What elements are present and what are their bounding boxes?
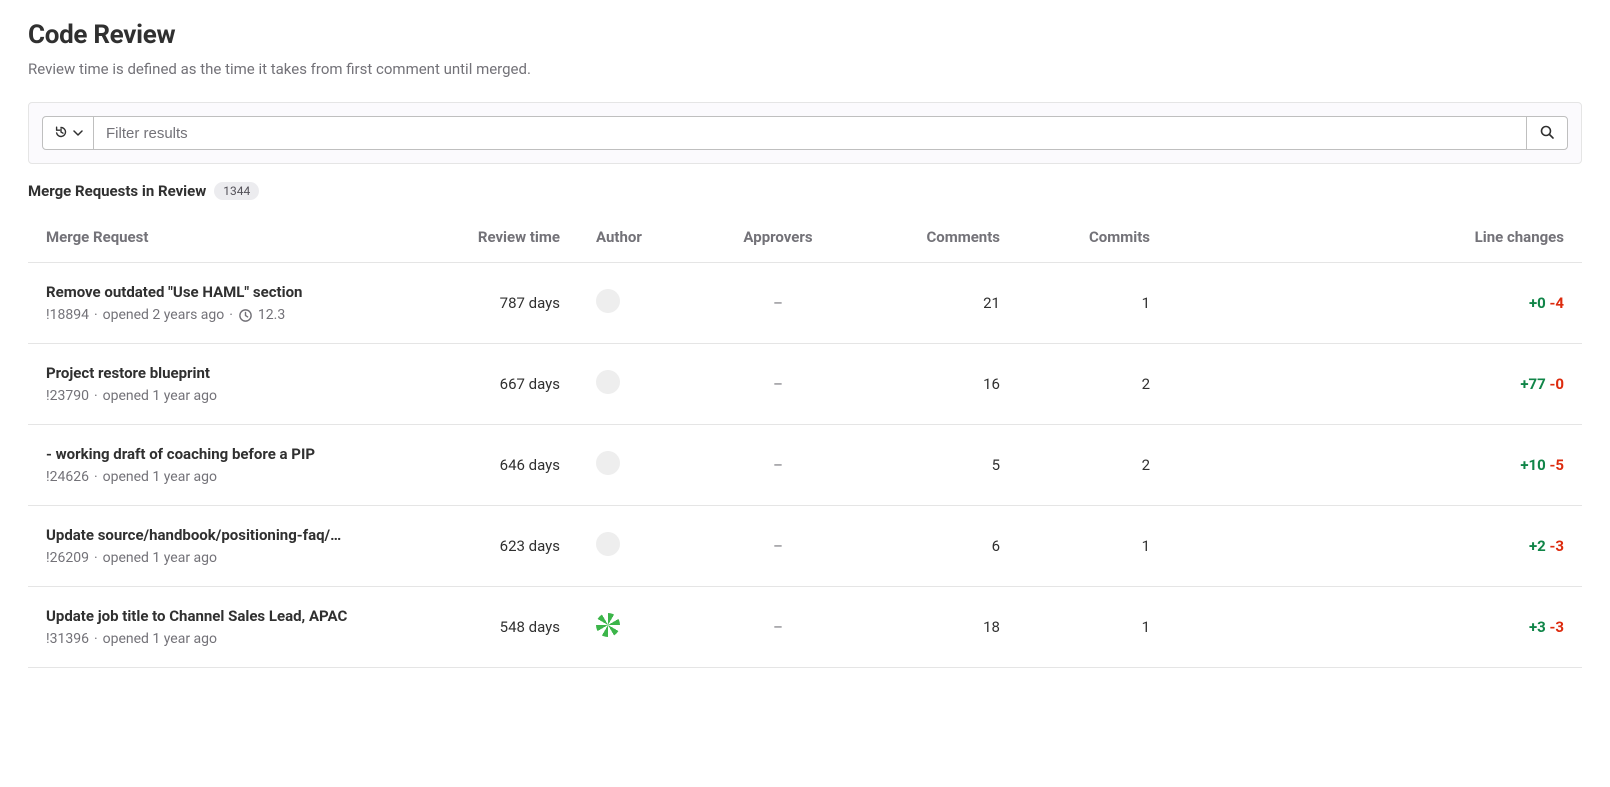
- mr-meta: !31396 · opened 1 year ago: [46, 631, 420, 647]
- lines-added: +2: [1529, 537, 1546, 555]
- author-avatar[interactable]: [596, 532, 620, 556]
- col-header-commits: Commits: [1018, 212, 1168, 263]
- author-cell: [578, 425, 698, 506]
- comments-count: 6: [858, 506, 1018, 587]
- mr-id: !31396: [46, 631, 89, 647]
- author-avatar[interactable]: [596, 451, 620, 475]
- review-time: 667 days: [438, 344, 578, 425]
- lines-deleted: -5: [1549, 456, 1564, 474]
- approvers: –: [773, 294, 783, 312]
- col-header-merge-request: Merge Request: [28, 212, 438, 263]
- separator: ·: [94, 388, 98, 404]
- mr-milestone[interactable]: 12.3: [258, 307, 285, 323]
- table-row: Update source/handbook/positioning-faq/……: [28, 506, 1582, 587]
- col-header-author: Author: [578, 212, 698, 263]
- separator: ·: [94, 631, 98, 647]
- merge-requests-table: Merge Request Review time Author Approve…: [28, 212, 1582, 668]
- separator: ·: [229, 307, 233, 323]
- filter-input[interactable]: [94, 116, 1526, 150]
- lines-deleted: -0: [1549, 375, 1564, 393]
- mr-meta: !23790 · opened 1 year ago: [46, 388, 420, 404]
- mr-opened: opened 1 year ago: [103, 388, 217, 404]
- separator: ·: [94, 550, 98, 566]
- line-changes: +77 -0: [1168, 344, 1582, 425]
- mr-title-link[interactable]: Project restore blueprint: [46, 364, 416, 382]
- commits-count: 2: [1018, 344, 1168, 425]
- col-header-approvers: Approvers: [698, 212, 858, 263]
- mr-opened: opened 1 year ago: [103, 631, 217, 647]
- author-cell: [578, 587, 698, 668]
- search-button[interactable]: [1526, 116, 1568, 150]
- line-changes: +2 -3: [1168, 506, 1582, 587]
- author-cell: [578, 263, 698, 344]
- filter-bar: [28, 102, 1582, 164]
- comments-count: 18: [858, 587, 1018, 668]
- commits-count: 1: [1018, 506, 1168, 587]
- mr-meta: !26209 · opened 1 year ago: [46, 550, 420, 566]
- history-icon: [53, 124, 69, 143]
- author-avatar[interactable]: [596, 289, 620, 313]
- mr-id: !18894: [46, 307, 89, 323]
- clock-icon: [238, 308, 253, 323]
- separator: ·: [94, 307, 98, 323]
- lines-added: +10: [1520, 456, 1545, 474]
- col-header-comments: Comments: [858, 212, 1018, 263]
- comments-count: 16: [858, 344, 1018, 425]
- mr-meta: !18894·opened 2 years ago·12.3: [46, 307, 420, 323]
- author-cell: [578, 506, 698, 587]
- approvers: –: [773, 456, 783, 474]
- lines-deleted: -4: [1549, 294, 1564, 312]
- mr-id: !26209: [46, 550, 89, 566]
- review-time: 548 days: [438, 587, 578, 668]
- mr-opened: opened 1 year ago: [103, 469, 217, 485]
- mr-title-link[interactable]: Update job title to Channel Sales Lead, …: [46, 607, 416, 625]
- approvers: –: [773, 375, 783, 393]
- table-row: Update job title to Channel Sales Lead, …: [28, 587, 1582, 668]
- mr-opened: opened 1 year ago: [103, 550, 217, 566]
- review-time: 646 days: [438, 425, 578, 506]
- line-changes: +3 -3: [1168, 587, 1582, 668]
- table-row: Remove outdated "Use HAML" section !18894…: [28, 263, 1582, 344]
- comments-count: 5: [858, 425, 1018, 506]
- mr-title-link[interactable]: - working draft of coaching before a PIP: [46, 445, 416, 463]
- review-time: 623 days: [438, 506, 578, 587]
- approvers: –: [773, 537, 783, 555]
- section-header: Merge Requests in Review 1344: [28, 182, 1582, 200]
- lines-added: +0: [1529, 294, 1546, 312]
- line-changes: +10 -5: [1168, 425, 1582, 506]
- lines-deleted: -3: [1549, 537, 1564, 555]
- author-avatar[interactable]: [596, 370, 620, 394]
- lines-added: +77: [1520, 375, 1545, 393]
- mr-opened: opened 2 years ago: [103, 307, 225, 323]
- table-row: Project restore blueprint !23790 · opened 1…: [28, 344, 1582, 425]
- page-subtitle: Review time is defined as the time it ta…: [28, 60, 1582, 78]
- comments-count: 21: [858, 263, 1018, 344]
- review-time: 787 days: [438, 263, 578, 344]
- approvers: –: [773, 618, 783, 636]
- commits-count: 2: [1018, 425, 1168, 506]
- table-row: - working draft of coaching before a PIP…: [28, 425, 1582, 506]
- recent-searches-button[interactable]: [42, 116, 94, 150]
- lines-deleted: -3: [1549, 618, 1564, 636]
- count-badge: 1344: [214, 182, 259, 200]
- mr-id: !23790: [46, 388, 89, 404]
- mr-title-link[interactable]: Remove outdated "Use HAML" section: [46, 283, 416, 301]
- commits-count: 1: [1018, 587, 1168, 668]
- mr-id: !24626: [46, 469, 89, 485]
- mr-meta: !24626 · opened 1 year ago: [46, 469, 420, 485]
- col-header-line-changes: Line changes: [1168, 212, 1582, 263]
- separator: ·: [94, 469, 98, 485]
- chevron-down-icon: [73, 126, 83, 141]
- commits-count: 1: [1018, 263, 1168, 344]
- col-header-review-time: Review time: [438, 212, 578, 263]
- author-cell: [578, 344, 698, 425]
- search-icon: [1539, 124, 1555, 143]
- mr-title-link[interactable]: Update source/handbook/positioning-faq/…: [46, 526, 416, 544]
- section-title: Merge Requests in Review: [28, 182, 206, 200]
- author-avatar[interactable]: [596, 613, 620, 637]
- line-changes: +0 -4: [1168, 263, 1582, 344]
- lines-added: +3: [1529, 618, 1546, 636]
- page-title: Code Review: [28, 20, 1582, 50]
